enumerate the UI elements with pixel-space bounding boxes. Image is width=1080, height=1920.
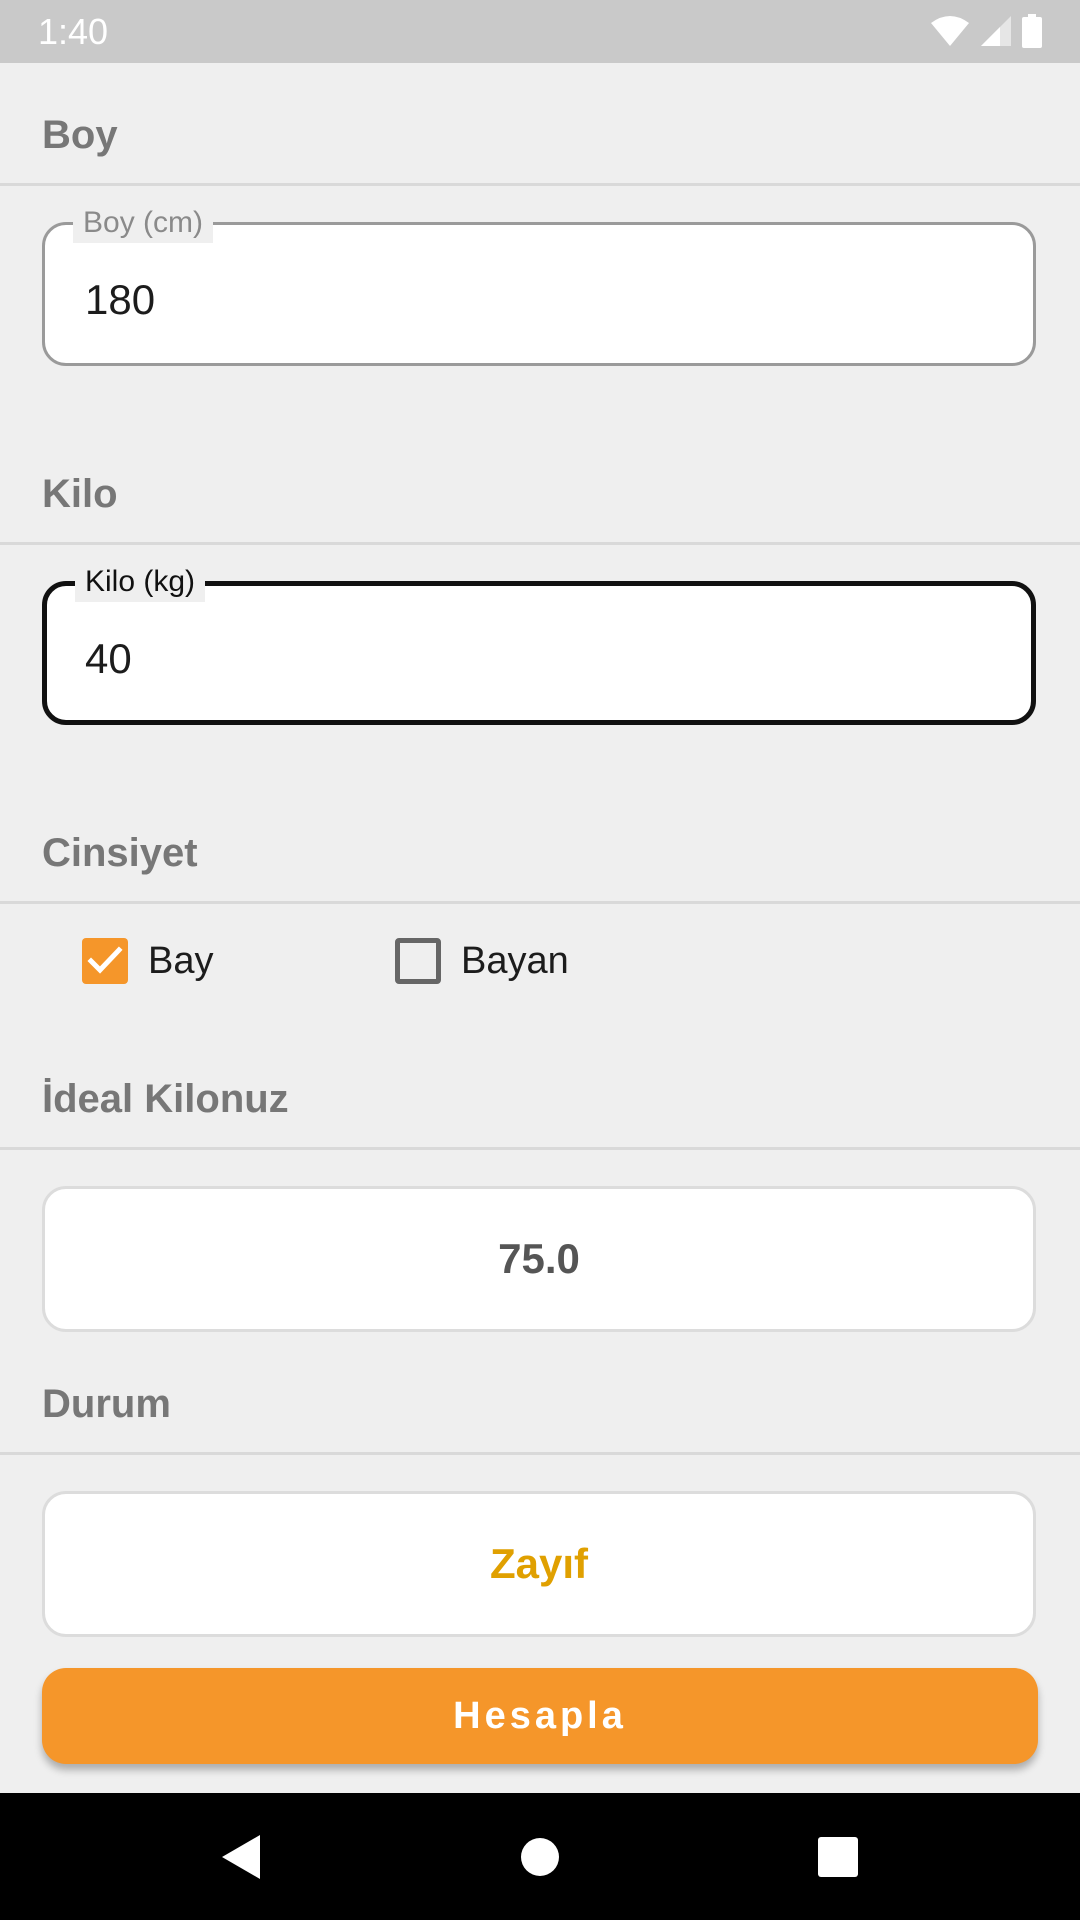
- signal-icon: [980, 15, 1012, 47]
- status-time: 1:40: [38, 11, 109, 52]
- battery-icon: [1022, 14, 1042, 48]
- ideal-weight-box: 75.0: [42, 1186, 1036, 1332]
- divider: [0, 542, 1080, 545]
- recents-icon[interactable]: [810, 1829, 866, 1885]
- status-box: Zayıf: [42, 1491, 1036, 1637]
- divider: [0, 901, 1080, 904]
- gender-options: Bay Bayan: [0, 938, 1080, 990]
- wifi-icon: [930, 15, 970, 47]
- weight-input-label: Kilo (kg): [75, 562, 206, 602]
- checkbox-bayan[interactable]: Bayan: [395, 938, 569, 984]
- section-title-ideal-weight: İdeal Kilonuz: [42, 1077, 289, 1121]
- height-input-label: Boy (cm): [73, 203, 213, 243]
- weight-input-value: 40: [85, 635, 132, 682]
- checkbox-label-bayan: Bayan: [461, 940, 569, 982]
- section-title-weight: Kilo: [42, 472, 118, 516]
- status-value: Zayıf: [489, 1540, 589, 1587]
- calculate-button-label: Hesapla: [453, 1694, 627, 1737]
- ideal-weight-value: 75.0: [498, 1235, 580, 1282]
- checkbox-checked-box: [82, 938, 128, 984]
- section-title-gender: Cinsiyet: [42, 831, 198, 875]
- checkbox-unchecked-box: [395, 938, 441, 984]
- status-bar: 1:40: [0, 0, 1080, 63]
- checkbox-label-bay: Bay: [148, 940, 214, 982]
- home-icon[interactable]: [512, 1829, 568, 1885]
- section-title-status: Durum: [42, 1382, 171, 1426]
- checkbox-bay[interactable]: Bay: [82, 938, 213, 984]
- status-icons: [930, 14, 1042, 48]
- divider: [0, 1147, 1080, 1150]
- divider: [0, 183, 1080, 186]
- nav-bar: [0, 1793, 1080, 1920]
- height-input-value: 180: [85, 276, 156, 323]
- height-input[interactable]: Boy (cm) 180: [42, 203, 1036, 366]
- weight-input[interactable]: Kilo (kg) 40: [42, 562, 1036, 725]
- back-icon[interactable]: [212, 1829, 268, 1885]
- calculate-button[interactable]: Hesapla: [42, 1668, 1038, 1764]
- divider: [0, 1452, 1080, 1455]
- checkmark-icon: [87, 946, 123, 974]
- section-title-height: Boy: [42, 113, 118, 157]
